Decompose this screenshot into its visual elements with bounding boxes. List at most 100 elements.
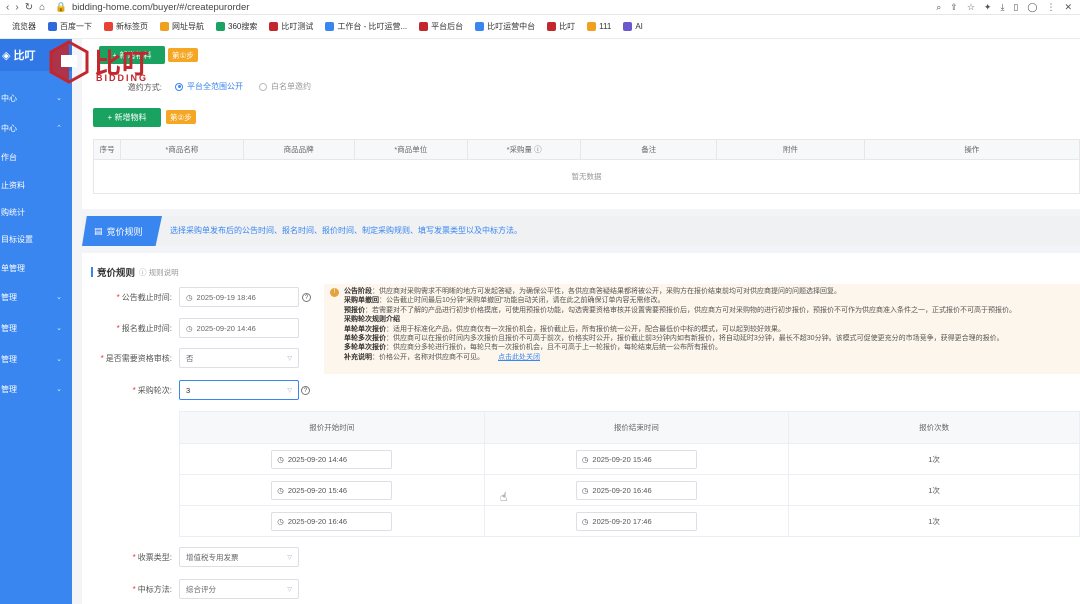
announce-datetime-input[interactable]: ◷ 2025-09-19 18:46: [179, 287, 299, 307]
round-end-input[interactable]: ◷ 2025-09-20 17:46: [575, 511, 697, 531]
round-start-cell: ◷ 2025-09-20 15:46: [179, 474, 485, 506]
material-table-header: 备注: [580, 139, 718, 160]
bookmark-label: 流览器: [12, 22, 36, 31]
bookmark-label: 比叮运营中台: [487, 22, 536, 31]
sidebar-item[interactable]: 单管理: [0, 259, 72, 277]
bookmark-item[interactable]: 360搜索: [216, 21, 257, 32]
zoom-icon[interactable]: ⌕: [936, 2, 941, 13]
sidebar-item-label: 管理: [1, 323, 17, 333]
bookmark-item[interactable]: 流览器: [0, 21, 36, 32]
clock-icon: ◷: [186, 323, 193, 333]
award-select[interactable]: 综合评分 ▽: [179, 579, 299, 599]
signup-label: * 报名截止时间:: [116, 324, 172, 333]
notice-line: 采购轮次规则介绍: [344, 315, 1072, 324]
bookmark-label: 比叮: [559, 22, 576, 31]
close-notice-link[interactable]: 点击此处关闭: [498, 354, 540, 361]
bookmark-favicon-icon: [104, 22, 113, 31]
bookmark-item[interactable]: 百度一下: [48, 21, 92, 32]
round-end-input[interactable]: ◷ 2025-09-20 16:46: [575, 480, 697, 500]
notice-line-text: ：适用于标准化产品，供应商仅有一次报价机会，报价截止后，所有报价统一公开，配合最…: [386, 325, 785, 333]
rules-tag: ▤ 竞价规则: [82, 216, 162, 246]
qualify-select[interactable]: 否 ▽: [179, 348, 299, 368]
bookmark-favicon-icon: [587, 22, 597, 31]
chevron-icon: ⌄: [56, 356, 62, 363]
round-start-input[interactable]: ◷ 2025-09-20 14:46: [271, 449, 393, 469]
bookmark-label: 平台后台: [431, 22, 464, 31]
chevron-icon: ⌄: [56, 325, 62, 332]
bookmark-label: 111: [599, 22, 612, 31]
rounds-table-header: 报价结束时间: [483, 411, 790, 444]
step-badge-2: 第②步: [166, 110, 196, 124]
bookmark-item[interactable]: 比叮: [547, 21, 575, 32]
bookmark-item[interactable]: 比叮测试: [269, 21, 313, 32]
sidebar-item[interactable]: 管理 ⌄: [0, 380, 72, 398]
menu-icon[interactable]: ⋮: [1046, 2, 1055, 13]
notice-line-text: ：价格公开，名称对供应商不可见。: [372, 353, 484, 361]
radio-whitelist[interactable]: 白名单邀约: [259, 81, 311, 92]
home-icon[interactable]: ⌂: [39, 2, 45, 13]
signup-datetime-input[interactable]: ◷ 2025-09-20 14:46: [179, 318, 299, 338]
empty-text: 暂无数据: [93, 159, 1080, 194]
sidebar-item-label: 中心: [1, 93, 17, 103]
bookmark-favicon-icon: [547, 22, 557, 31]
round-end-value: 2025-09-20 15:46: [592, 454, 652, 464]
sidebar-item[interactable]: 止资料: [0, 176, 72, 194]
notice-line-title: 补充说明: [344, 353, 372, 361]
bookmarks-bar: 流览器 百度一下 新标签页 网址导航 360搜索 比叮测试 工作台 - 比叮运营... 平台后…: [0, 15, 1080, 39]
step-badge-1: 第①步: [168, 48, 198, 62]
sidebar-item[interactable]: 管理 ⌄: [0, 288, 72, 306]
back-icon[interactable]: ‹: [6, 2, 9, 13]
sidebar-toggle-icon[interactable]: ▯: [1013, 2, 1018, 13]
url-field[interactable]: 🔒 bidding-home.com/buyer/#/createpurorde…: [55, 2, 249, 13]
sidebar-item[interactable]: 中心 ⌄: [0, 89, 72, 107]
star-icon[interactable]: ☆: [967, 2, 975, 13]
bookmark-item[interactable]: 111: [587, 22, 611, 31]
sidebar-item[interactable]: 目标设置: [0, 230, 72, 248]
bookmark-favicon-icon: [0, 22, 9, 31]
sidebar-item[interactable]: 管理 ⌄: [0, 319, 72, 337]
sidebar-item[interactable]: 购统计: [0, 203, 72, 221]
bookmark-favicon-icon: [269, 22, 279, 31]
share-icon[interactable]: ⇪: [950, 2, 958, 13]
profile-icon[interactable]: ◯: [1027, 2, 1037, 13]
round-start-input[interactable]: ◷ 2025-09-20 16:46: [271, 511, 393, 531]
invoice-select[interactable]: 增值税专用发票 ▽: [179, 547, 299, 567]
rounds-select[interactable]: 3 ▽: [179, 380, 299, 400]
add-material-button-2[interactable]: + 新增物料: [93, 108, 161, 127]
reload-icon[interactable]: ↻: [25, 2, 33, 13]
rules-banner-desc: 选择采购单发布后的公告时间、报名时间、报价时间、制定采购规则、填写发票类型以及中…: [170, 226, 522, 235]
download-icon[interactable]: ⤓: [1000, 2, 1004, 13]
round-start-input[interactable]: ◷ 2025-09-20 15:46: [271, 480, 393, 500]
chevron-icon: ⌃: [56, 125, 62, 132]
notice-line-text: ：若需要对不了解的产品进行初步价格摸底，可使用预报价功能，勾选需要资格审核并设置…: [365, 306, 1016, 314]
material-table-header: *采购量 ⓘ: [466, 139, 582, 160]
bookmark-item[interactable]: 新标签页: [104, 21, 148, 32]
sidebar-item[interactable]: 作台: [0, 148, 72, 166]
rules-help[interactable]: ⓘ 规则说明: [139, 267, 179, 278]
bookmark-label: 工作台 - 比叮运营...: [337, 22, 408, 31]
round-end-input[interactable]: ◷ 2025-09-20 15:46: [575, 449, 697, 469]
bookmark-item[interactable]: 比叮运营中台: [475, 21, 535, 32]
bookmark-item[interactable]: 工作台 - 比叮运营...: [325, 21, 407, 32]
radio-unchecked-icon: [259, 82, 267, 91]
bookmark-item[interactable]: 网址导航: [160, 21, 204, 32]
rules-help-text: 规则说明: [148, 267, 179, 277]
bookmark-item[interactable]: 平台后台: [419, 21, 463, 32]
bookmark-favicon-icon: [475, 22, 485, 31]
sidebar-item[interactable]: 中心 ⌃: [0, 119, 72, 137]
forward-icon[interactable]: ›: [15, 2, 18, 13]
question-icon[interactable]: ?: [302, 293, 311, 302]
notice-line: 补充说明：价格公开，名称对供应商不可见。 点击此处关闭: [344, 353, 1072, 362]
question-icon[interactable]: ?: [301, 386, 310, 395]
round-start-value: 2025-09-20 16:46: [287, 516, 348, 526]
url-text: bidding-home.com/buyer/#/createpurorder: [71, 1, 250, 13]
bookmark-item[interactable]: AI: [623, 22, 643, 31]
sidebar-item-label: 作台: [1, 152, 17, 162]
mouse-cursor-icon: ☝: [500, 490, 508, 504]
radio-public[interactable]: 平台全范围公开: [175, 81, 243, 92]
close-icon[interactable]: ✕: [1064, 2, 1072, 13]
extensions-icon[interactable]: ✦: [984, 2, 992, 13]
document-icon: ▤: [94, 225, 103, 236]
bookmark-label: 新标签页: [116, 22, 148, 31]
sidebar-item[interactable]: 管理 ⌄: [0, 350, 72, 368]
